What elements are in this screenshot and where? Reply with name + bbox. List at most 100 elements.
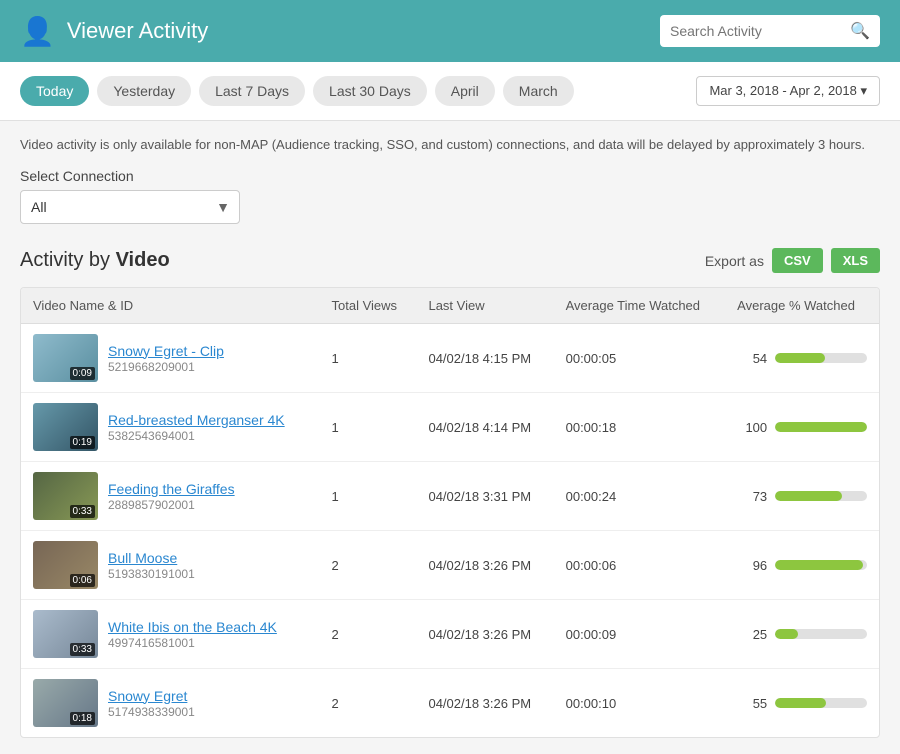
table-row: 0:19 Red-breasted Merganser 4K 538254369… bbox=[21, 393, 879, 462]
pct-value: 96 bbox=[737, 558, 767, 573]
avg-time: 00:00:18 bbox=[554, 393, 726, 462]
progress-fill bbox=[775, 353, 825, 363]
search-input[interactable] bbox=[670, 23, 850, 39]
avg-pct: 100 bbox=[725, 393, 879, 462]
filter-yesterday[interactable]: Yesterday bbox=[97, 76, 191, 106]
date-range-text: Mar 3, 2018 - Apr 2, 2018 ▾ bbox=[709, 83, 867, 99]
total-views: 1 bbox=[320, 393, 417, 462]
video-thumbnail: 0:09 bbox=[33, 334, 98, 382]
last-view: 04/02/18 3:26 PM bbox=[416, 600, 553, 669]
user-icon: 👤 bbox=[20, 15, 55, 48]
date-range-selector[interactable]: Mar 3, 2018 - Apr 2, 2018 ▾ bbox=[696, 76, 880, 106]
activity-title: Activity by Video bbox=[20, 249, 170, 272]
video-duration: 0:33 bbox=[70, 505, 95, 518]
progress-fill bbox=[775, 560, 863, 570]
info-text: Video activity is only available for non… bbox=[20, 137, 880, 152]
progress-fill bbox=[775, 698, 826, 708]
main-content: Video activity is only available for non… bbox=[0, 121, 900, 754]
col-avg-pct: Average % Watched bbox=[725, 288, 879, 324]
video-id: 5382543694001 bbox=[108, 429, 195, 443]
progress-track bbox=[775, 560, 867, 570]
filter-march[interactable]: March bbox=[503, 76, 574, 106]
export-xls-button[interactable]: XLS bbox=[831, 248, 880, 273]
video-info: Red-breasted Merganser 4K 5382543694001 bbox=[108, 412, 285, 443]
connection-label: Select Connection bbox=[20, 168, 880, 184]
connection-select[interactable]: All bbox=[20, 190, 240, 224]
video-cell: 0:06 Bull Moose 5193830191001 bbox=[21, 531, 320, 600]
col-total-views: Total Views bbox=[320, 288, 417, 324]
header-left: 👤 Viewer Activity bbox=[20, 15, 208, 48]
filter-april[interactable]: April bbox=[435, 76, 495, 106]
avg-pct: 54 bbox=[725, 324, 879, 393]
last-view: 04/02/18 3:26 PM bbox=[416, 531, 553, 600]
progress-track bbox=[775, 422, 867, 432]
pct-value: 55 bbox=[737, 696, 767, 711]
table-row: 0:09 Snowy Egret - Clip 5219668209001 10… bbox=[21, 324, 879, 393]
last-view: 04/02/18 3:31 PM bbox=[416, 462, 553, 531]
video-duration: 0:33 bbox=[70, 643, 95, 656]
avg-time: 00:00:24 bbox=[554, 462, 726, 531]
video-id: 5219668209001 bbox=[108, 360, 195, 374]
last-view: 04/02/18 3:26 PM bbox=[416, 669, 553, 738]
col-avg-time: Average Time Watched bbox=[554, 288, 726, 324]
header: 👤 Viewer Activity 🔍 bbox=[0, 0, 900, 62]
video-id: 5193830191001 bbox=[108, 567, 195, 581]
avg-time: 00:00:10 bbox=[554, 669, 726, 738]
search-box[interactable]: 🔍 bbox=[660, 15, 880, 47]
filter-last7[interactable]: Last 7 Days bbox=[199, 76, 305, 106]
video-table: Video Name & ID Total Views Last View Av… bbox=[20, 287, 880, 738]
avg-pct: 25 bbox=[725, 600, 879, 669]
table-header-row: Video Name & ID Total Views Last View Av… bbox=[21, 288, 879, 324]
table-row: 0:06 Bull Moose 5193830191001 204/02/18 … bbox=[21, 531, 879, 600]
total-views: 2 bbox=[320, 600, 417, 669]
video-thumbnail: 0:06 bbox=[33, 541, 98, 589]
video-cell: 0:33 Feeding the Giraffes 2889857902001 bbox=[21, 462, 320, 531]
col-video-name: Video Name & ID bbox=[21, 288, 320, 324]
progress-track bbox=[775, 629, 867, 639]
export-label: Export as bbox=[705, 253, 764, 269]
total-views: 2 bbox=[320, 669, 417, 738]
avg-pct: 96 bbox=[725, 531, 879, 600]
video-id: 4997416581001 bbox=[108, 636, 195, 650]
connection-select-wrapper: All ▼ bbox=[20, 190, 240, 224]
filter-today[interactable]: Today bbox=[20, 76, 89, 106]
video-duration: 0:09 bbox=[70, 367, 95, 380]
video-name-link[interactable]: Snowy Egret bbox=[108, 688, 195, 704]
search-icon: 🔍 bbox=[850, 21, 870, 41]
progress-fill bbox=[775, 422, 867, 432]
avg-time: 00:00:06 bbox=[554, 531, 726, 600]
filter-buttons: Today Yesterday Last 7 Days Last 30 Days… bbox=[20, 76, 574, 106]
progress-track bbox=[775, 698, 867, 708]
table-row: 0:33 Feeding the Giraffes 2889857902001 … bbox=[21, 462, 879, 531]
filter-last30[interactable]: Last 30 Days bbox=[313, 76, 427, 106]
progress-fill bbox=[775, 629, 798, 639]
video-thumbnail: 0:33 bbox=[33, 610, 98, 658]
total-views: 1 bbox=[320, 324, 417, 393]
page-title: Viewer Activity bbox=[67, 18, 208, 44]
video-id: 2889857902001 bbox=[108, 498, 195, 512]
video-info: White Ibis on the Beach 4K 4997416581001 bbox=[108, 619, 277, 650]
activity-header: Activity by Video Export as CSV XLS bbox=[20, 248, 880, 273]
video-duration: 0:06 bbox=[70, 574, 95, 587]
video-name-link[interactable]: Snowy Egret - Clip bbox=[108, 343, 224, 359]
last-view: 04/02/18 4:15 PM bbox=[416, 324, 553, 393]
avg-pct: 55 bbox=[725, 669, 879, 738]
video-cell: 0:09 Snowy Egret - Clip 5219668209001 bbox=[21, 324, 320, 393]
video-name-link[interactable]: Red-breasted Merganser 4K bbox=[108, 412, 285, 428]
video-name-link[interactable]: White Ibis on the Beach 4K bbox=[108, 619, 277, 635]
video-info: Snowy Egret - Clip 5219668209001 bbox=[108, 343, 224, 374]
filter-bar: Today Yesterday Last 7 Days Last 30 Days… bbox=[0, 62, 900, 121]
total-views: 1 bbox=[320, 462, 417, 531]
pct-value: 25 bbox=[737, 627, 767, 642]
video-name-link[interactable]: Feeding the Giraffes bbox=[108, 481, 235, 497]
avg-pct: 73 bbox=[725, 462, 879, 531]
pct-value: 100 bbox=[737, 420, 767, 435]
export-csv-button[interactable]: CSV bbox=[772, 248, 823, 273]
pct-value: 73 bbox=[737, 489, 767, 504]
video-info: Feeding the Giraffes 2889857902001 bbox=[108, 481, 235, 512]
video-info: Bull Moose 5193830191001 bbox=[108, 550, 195, 581]
table-row: 0:33 White Ibis on the Beach 4K 49974165… bbox=[21, 600, 879, 669]
video-cell: 0:18 Snowy Egret 5174938339001 bbox=[21, 669, 320, 738]
progress-track bbox=[775, 491, 867, 501]
video-name-link[interactable]: Bull Moose bbox=[108, 550, 195, 566]
